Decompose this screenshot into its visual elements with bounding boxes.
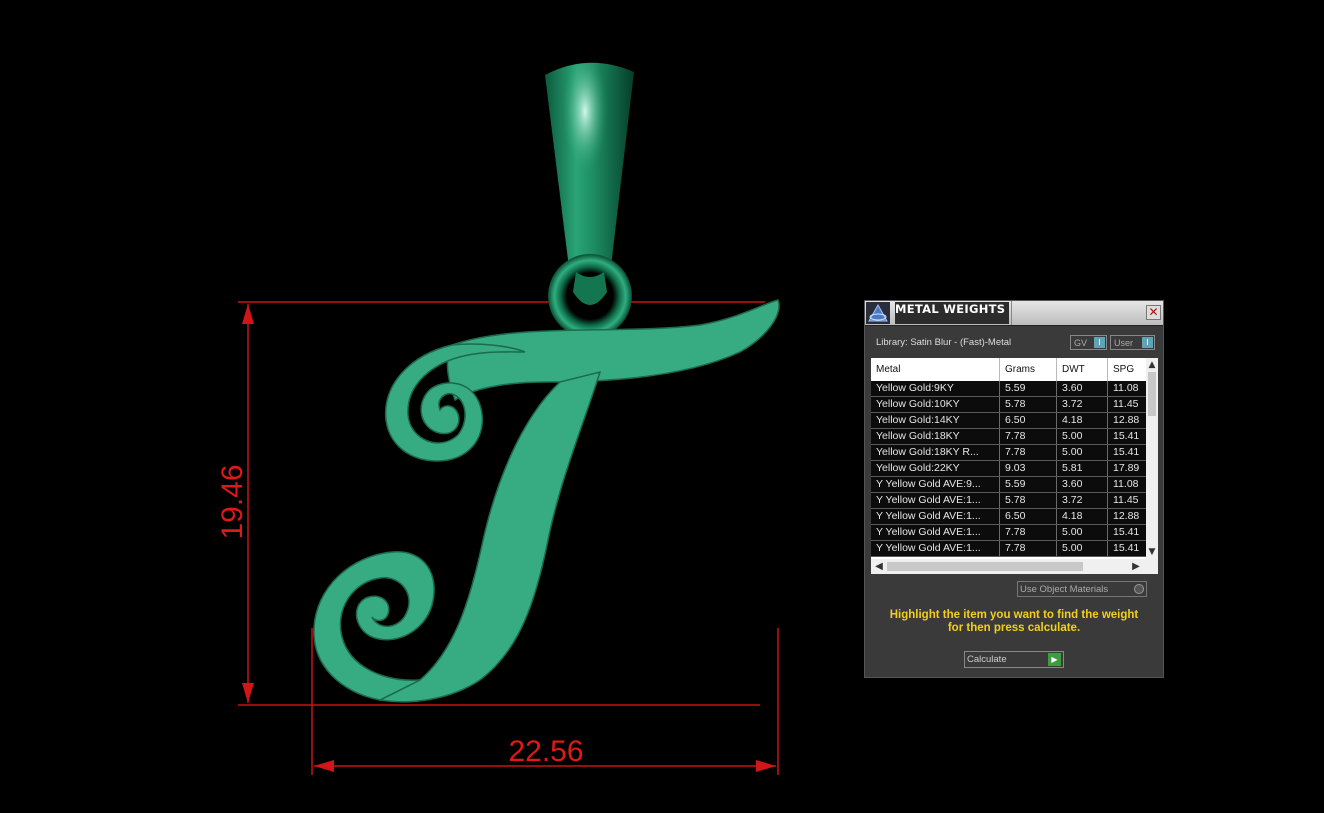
instruction-line-1: Highlight the item you want to find the … <box>889 609 1139 621</box>
table-row[interactable]: Y Yellow Gold AVE:1... 6.50 4.18 12.88 <box>871 509 1146 525</box>
vertical-scroll-thumb[interactable] <box>1148 372 1156 416</box>
metal-cell: Y Yellow Gold AVE:1... <box>871 525 1000 540</box>
grams-cell: 7.78 <box>1000 445 1057 460</box>
play-icon: ▶ <box>1048 653 1061 666</box>
close-icon[interactable]: ✕ <box>1146 305 1161 320</box>
metal-weights-panel: METAL WEIGHTS ✕ Library: Satin Blur - (F… <box>864 300 1164 678</box>
pendant-bail <box>545 62 634 338</box>
toggle-knob-icon: I <box>1142 337 1153 348</box>
column-header-metal[interactable]: Metal <box>871 358 1000 381</box>
scroll-right-icon[interactable]: ▶ <box>1130 559 1142 574</box>
metal-cell: Yellow Gold:10KY <box>871 397 1000 412</box>
spg-cell: 11.08 <box>1113 382 1139 394</box>
column-header-grams[interactable]: Grams <box>1000 358 1057 381</box>
spg-cell: 12.88 <box>1113 414 1140 426</box>
grams-cell: 6.50 <box>1000 413 1057 428</box>
table-row[interactable]: Yellow Gold:18KY 7.78 5.00 15.41 <box>871 429 1146 445</box>
metal-cell: Yellow Gold:14KY <box>871 413 1000 428</box>
table-header: Metal Grams DWT SPG <box>871 358 1146 382</box>
spg-cell: 15.41 <box>1113 430 1140 442</box>
dwt-cell: 5.00 <box>1057 429 1108 444</box>
scroll-left-icon[interactable]: ◀ <box>873 559 885 574</box>
table-row[interactable]: Yellow Gold:9KY 5.59 3.60 11.08 <box>871 381 1146 397</box>
table-row[interactable]: Y Yellow Gold AVE:1... 5.78 3.72 11.45 <box>871 493 1146 509</box>
user-toggle-label: User <box>1114 338 1134 348</box>
dwt-cell: 3.72 <box>1057 397 1108 412</box>
spg-cell: 12.88 <box>1113 510 1140 522</box>
spg-cell: 15.41 <box>1113 446 1140 458</box>
spg-cell: 11.45 <box>1113 398 1139 410</box>
library-label: Library: Satin Blur - (Fast)-Metal <box>876 337 1012 348</box>
metal-table: Metal Grams DWT SPG Yellow Gold:9KY 5.59… <box>871 358 1158 574</box>
metal-cell: Yellow Gold:18KY <box>871 429 1000 444</box>
dwt-cell: 5.00 <box>1057 525 1108 540</box>
table-row[interactable]: Yellow Gold:14KY 6.50 4.18 12.88 <box>871 413 1146 429</box>
radio-icon[interactable] <box>1134 584 1144 594</box>
metal-cell: Y Yellow Gold AVE:9... <box>871 477 1000 492</box>
scroll-up-icon[interactable]: ▲ <box>1146 360 1158 370</box>
gv-toggle-label: GV <box>1074 338 1088 348</box>
spg-cell: 11.45 <box>1113 494 1139 506</box>
column-header-dwt[interactable]: DWT <box>1057 358 1108 381</box>
grams-cell: 9.03 <box>1000 461 1057 476</box>
grams-cell: 5.78 <box>1000 397 1057 412</box>
pendant-letter-t <box>313 299 780 703</box>
grams-cell: 7.78 <box>1000 525 1057 540</box>
use-object-materials-label: Use Object Materials <box>1020 584 1109 595</box>
panel-title: METAL WEIGHTS <box>895 302 1009 324</box>
spg-cell: 11.08 <box>1113 478 1139 490</box>
grams-cell: 6.50 <box>1000 509 1057 524</box>
width-dimension-label: 22.56 <box>508 735 583 768</box>
table-row[interactable]: Yellow Gold:18KY R... 7.78 5.00 15.41 <box>871 445 1146 461</box>
metal-cell: Y Yellow Gold AVE:1... <box>871 493 1000 508</box>
grams-cell: 7.78 <box>1000 541 1057 556</box>
vertical-scrollbar[interactable]: ▲ ▼ <box>1146 358 1158 559</box>
dwt-cell: 3.60 <box>1057 477 1108 492</box>
grams-cell: 5.59 <box>1000 381 1057 396</box>
scroll-down-icon[interactable]: ▼ <box>1146 547 1158 557</box>
panel-titlebar[interactable]: METAL WEIGHTS ✕ <box>865 301 1163 326</box>
grams-cell: 5.59 <box>1000 477 1057 492</box>
table-row[interactable]: Y Yellow Gold AVE:1... 7.78 5.00 15.41 <box>871 541 1146 557</box>
spg-cell: 15.41 <box>1113 542 1140 554</box>
spg-cell: 17.89 <box>1113 462 1140 474</box>
title-separator <box>1011 301 1012 325</box>
app-logo-icon <box>866 302 890 324</box>
height-dimension-label: 19.46 <box>216 464 249 539</box>
grams-cell: 5.78 <box>1000 493 1057 508</box>
gv-toggle[interactable]: GV I <box>1070 335 1107 350</box>
instruction-text: Highlight the item you want to find the … <box>875 609 1153 635</box>
metal-cell: Y Yellow Gold AVE:1... <box>871 541 1000 556</box>
horizontal-scrollbar[interactable]: ◀ ▶ <box>871 559 1158 574</box>
table-body: Yellow Gold:9KY 5.59 3.60 11.08 Yellow G… <box>871 381 1146 557</box>
spg-cell: 15.41 <box>1113 526 1140 538</box>
user-toggle[interactable]: User I <box>1110 335 1155 350</box>
dwt-cell: 5.81 <box>1057 461 1108 476</box>
metal-cell: Yellow Gold:22KY <box>871 461 1000 476</box>
grams-cell: 7.78 <box>1000 429 1057 444</box>
table-row[interactable]: Y Yellow Gold AVE:1... 7.78 5.00 15.41 <box>871 525 1146 541</box>
instruction-line-2: for then press calculate. <box>947 622 1081 634</box>
dwt-cell: 4.18 <box>1057 509 1108 524</box>
table-row[interactable]: Yellow Gold:10KY 5.78 3.72 11.45 <box>871 397 1146 413</box>
dwt-cell: 5.00 <box>1057 445 1108 460</box>
dwt-cell: 3.60 <box>1057 381 1108 396</box>
dwt-cell: 4.18 <box>1057 413 1108 428</box>
table-row[interactable]: Y Yellow Gold AVE:9... 5.59 3.60 11.08 <box>871 477 1146 493</box>
column-header-spg[interactable]: SPG <box>1108 358 1146 381</box>
metal-cell: Yellow Gold:18KY R... <box>871 445 1000 460</box>
dwt-cell: 5.00 <box>1057 541 1108 556</box>
table-row[interactable]: Yellow Gold:22KY 9.03 5.81 17.89 <box>871 461 1146 477</box>
calculate-label: Calculate <box>967 654 1007 665</box>
metal-cell: Y Yellow Gold AVE:1... <box>871 509 1000 524</box>
dwt-cell: 3.72 <box>1057 493 1108 508</box>
use-object-materials-option[interactable]: Use Object Materials <box>1017 581 1147 597</box>
horizontal-scroll-thumb[interactable] <box>887 562 1083 571</box>
metal-cell: Yellow Gold:9KY <box>871 381 1000 396</box>
calculate-button[interactable]: Calculate ▶ <box>964 651 1064 668</box>
toggle-knob-icon: I <box>1094 337 1105 348</box>
